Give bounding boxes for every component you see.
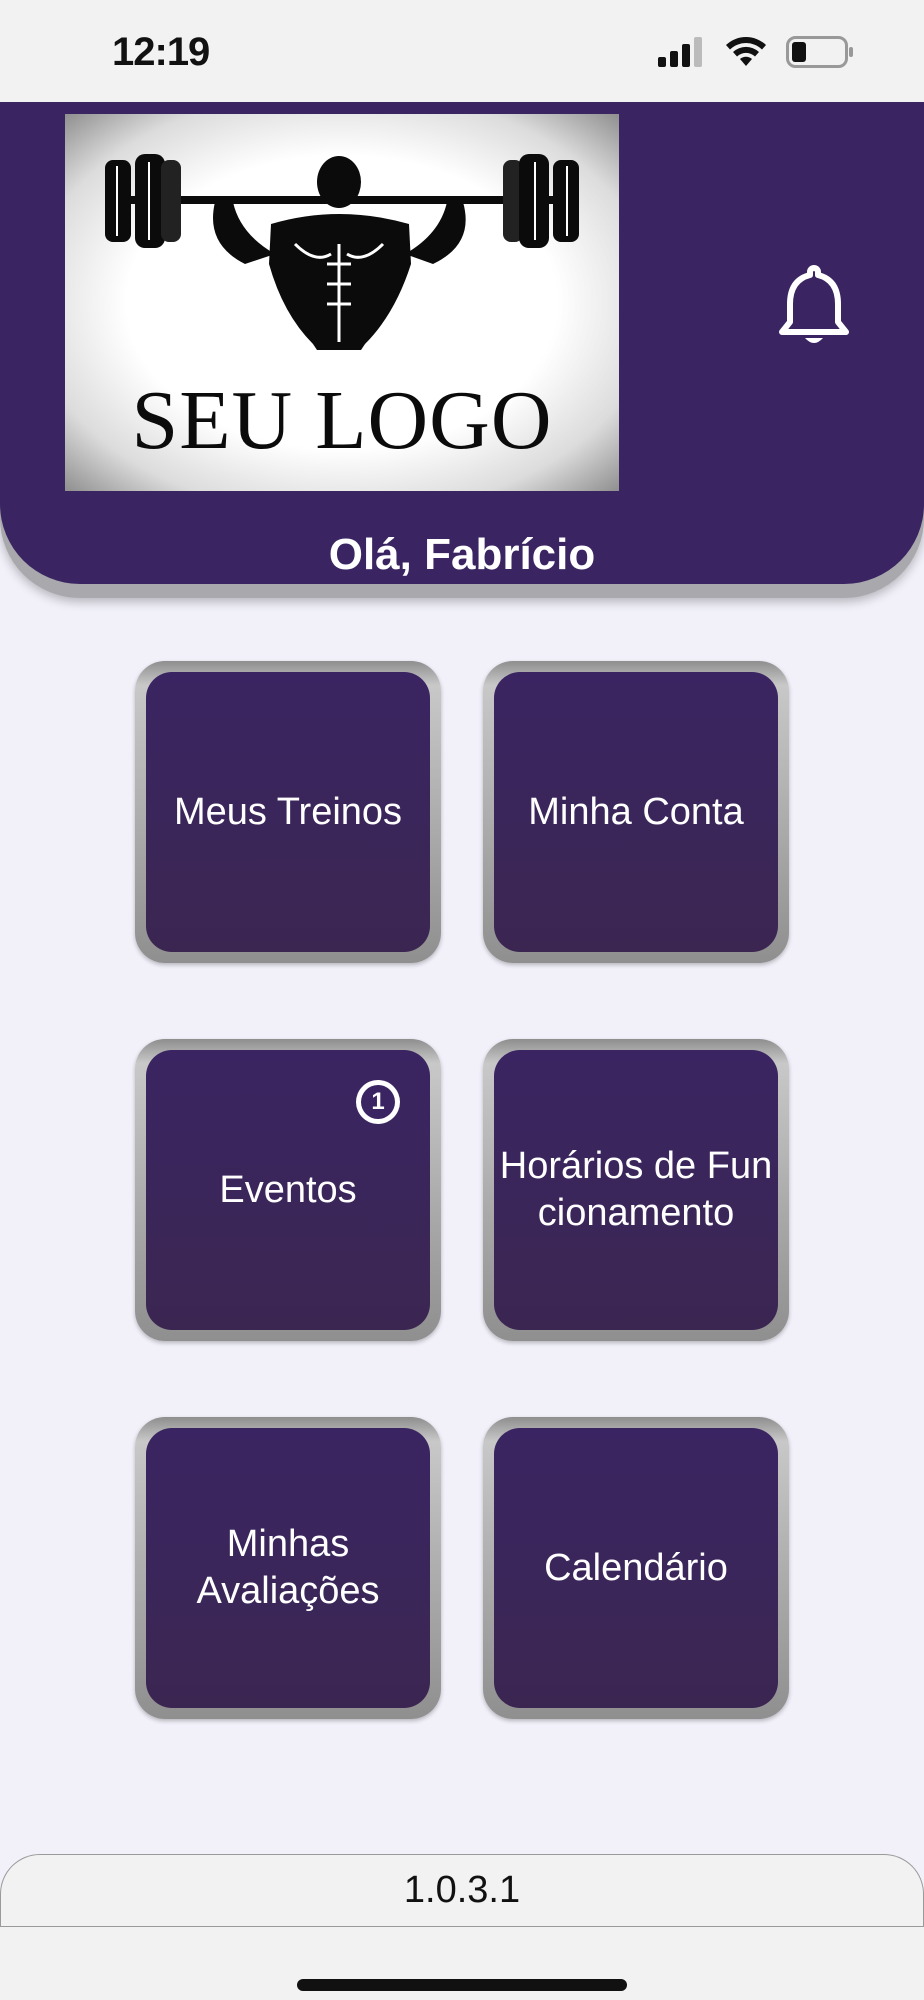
tile-inner: Meus Treinos [146,672,430,952]
notification-badge: 1 [356,1080,400,1124]
logo-text: SEU LOGO [131,374,553,467]
bell-icon[interactable] [778,262,850,346]
greeting: Olá, Fabrício [328,530,596,579]
wifi-icon [726,37,766,66]
tile-label: Meus Treinos [173,790,403,833]
tile-inner: Minha Conta [494,672,778,952]
tile-eventos[interactable]: Eventos 1 [135,1039,441,1341]
header: SEU LOGO Olá, Fabrício [0,102,924,584]
tile-inner: Calendário [494,1428,778,1708]
tile-label: Horários de Funcionamento [499,1145,773,1234]
status-time: 12:19 [112,30,210,74]
badge-count: 1 [361,1085,395,1119]
tile-minha-conta[interactable]: Minha Conta [483,661,789,963]
version-bar: 1.0.3.1 [0,1854,924,1926]
tile-horarios-de-funcionamento[interactable]: Horários de Funcionamento [483,1039,789,1341]
tile-label: Eventos [219,1168,357,1211]
bottom-safe-area [0,1926,924,2000]
home-indicator[interactable] [297,1979,627,1991]
signal-icon [658,37,702,67]
status-bar: 12:19 [0,0,924,102]
tile-label: Minha Conta [528,790,744,833]
status-icons [658,36,854,68]
tile-label: Calendário [544,1546,728,1589]
weightlifter-logo-icon [105,154,579,350]
battery-icon [786,36,853,68]
tile-meus-treinos[interactable]: Meus Treinos [135,661,441,963]
tile-inner: Horários de Funcionamento [494,1050,778,1330]
tile-inner: Eventos 1 [146,1050,430,1330]
app-version: 1.0.3.1 [403,1869,521,1911]
tile-inner: Minhas Avaliações [146,1428,430,1708]
tile-label: Minhas Avaliações [196,1523,380,1612]
tile-calendario[interactable]: Calendário [483,1417,789,1719]
tile-minhas-avaliacoes[interactable]: Minhas Avaliações [135,1417,441,1719]
gym-logo: SEU LOGO [65,114,619,491]
